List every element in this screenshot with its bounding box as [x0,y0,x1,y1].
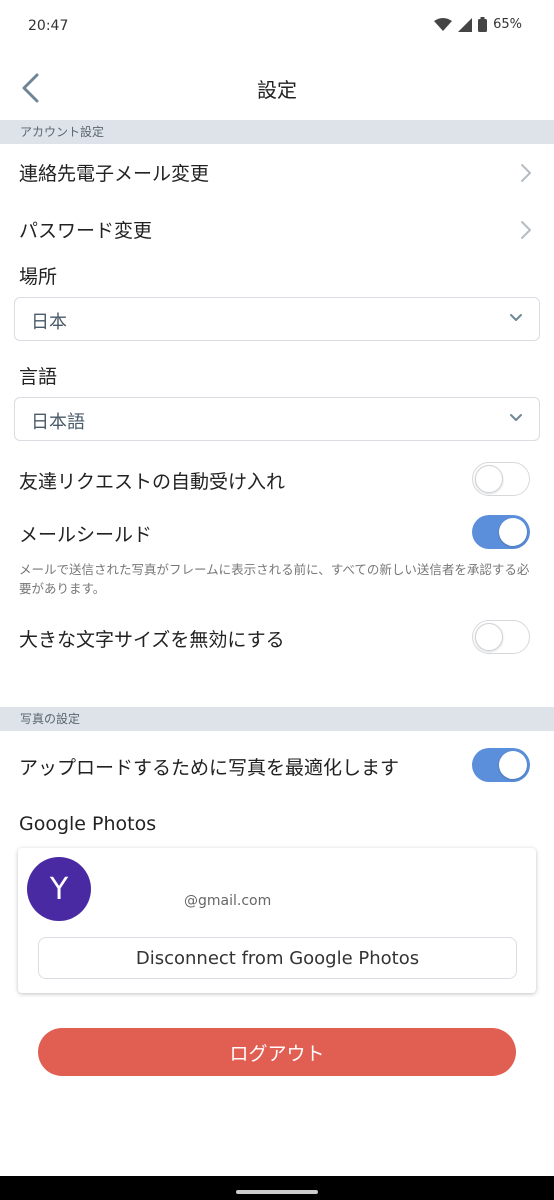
chevron-right-icon [521,164,531,182]
mail-shield-help: メールで送信された写真がフレームに表示される前に、すべての新しい送信者を承認する… [19,562,530,596]
auto-accept-label: 友達リクエストの自動受け入れ [19,471,286,493]
section-header-account: アカウント設定 [0,120,554,144]
google-account-card: Y @gmail.com Disconnect from Google Phot… [18,848,536,993]
optimize-photos-label: アップロードするために写真を最適化します [19,757,400,779]
location-value: 日本 [31,312,67,333]
signal-icon [458,17,473,32]
status-time: 20:47 [28,18,69,34]
wifi-icon [434,17,453,31]
logout-button[interactable]: ログアウト [38,1028,516,1076]
battery-icon [478,17,488,32]
status-icons: 65% [434,17,522,32]
section-header-photos: 写真の設定 [0,707,554,731]
location-select[interactable]: 日本 [14,297,540,341]
change-password-label: パスワード変更 [19,220,153,242]
avatar: Y [27,857,91,921]
language-label: 言語 [19,366,58,388]
account-email: @gmail.com [184,893,272,909]
app-header: 設定 [0,56,554,120]
language-value: 日本語 [31,412,85,433]
optimize-photos-toggle[interactable] [472,748,530,782]
disable-large-text-toggle[interactable] [472,620,530,654]
disconnect-google-photos-button[interactable]: Disconnect from Google Photos [38,937,517,979]
optimize-photos-row: アップロードするために写真を最適化します [0,744,554,788]
mail-shield-row: メールシールド [0,511,554,555]
change-email-row[interactable]: 連絡先電子メール変更 [0,147,554,197]
location-label: 場所 [19,266,58,288]
toggle-knob [499,751,527,779]
language-select[interactable]: 日本語 [14,397,540,441]
disable-large-text-label: 大きな文字サイズを無効にする [19,629,285,651]
auto-accept-row: 友達リクエストの自動受け入れ [0,458,554,502]
mail-shield-toggle[interactable] [472,515,530,549]
status-bar: 20:47 65% [0,0,554,56]
google-photos-label: Google Photos [19,813,157,835]
auto-accept-toggle[interactable] [472,462,530,496]
system-nav-bar [0,1176,554,1200]
toggle-knob [475,464,503,493]
battery-percent: 65% [493,17,522,32]
disable-large-text-row: 大きな文字サイズを無効にする [0,616,554,660]
home-handle[interactable] [236,1190,318,1194]
chevron-right-icon [521,221,531,239]
change-email-label: 連絡先電子メール変更 [19,163,210,185]
toggle-knob [475,622,503,651]
chevron-down-icon [510,414,522,421]
page-title: 設定 [257,78,297,102]
change-password-row[interactable]: パスワード変更 [0,204,554,254]
mail-shield-label: メールシールド [19,524,153,546]
chevron-down-icon [510,314,522,321]
toggle-knob [499,518,527,546]
